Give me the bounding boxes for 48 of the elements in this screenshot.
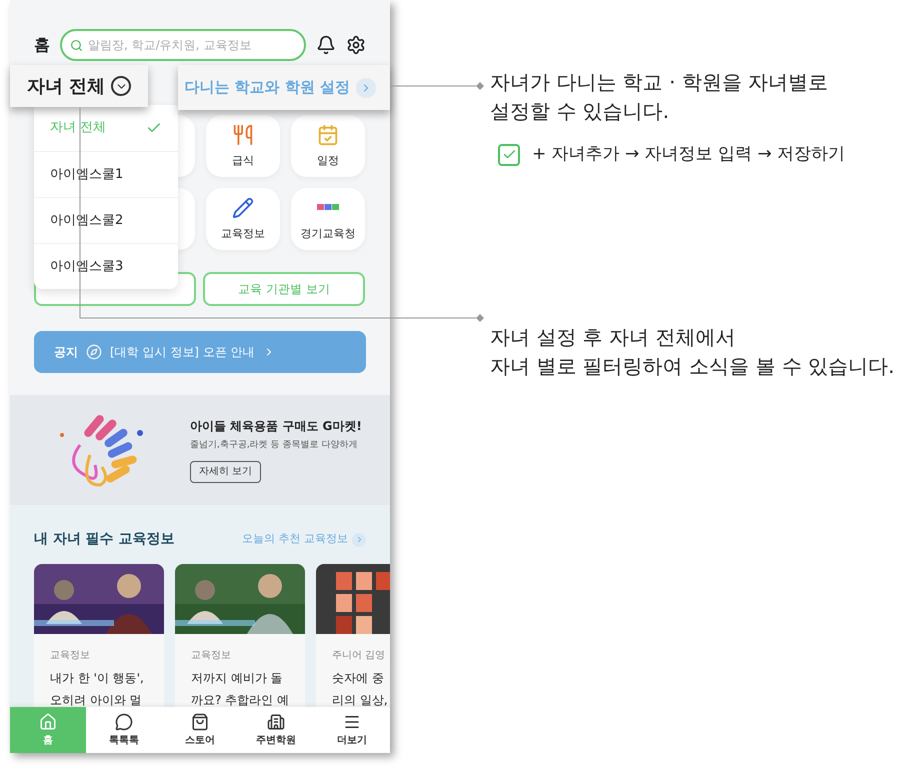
card-title: 숫자에 중 리의 일상, <box>332 670 389 707</box>
tile-label: 일정 <box>317 152 339 169</box>
article-card[interactable]: 교육정보 내가 한 '이 행동', 오히려 아이와 멀 <box>34 564 164 707</box>
annotation-text: 자녀 설정 후 자녀 전체에서 자녀 별로 필터링하여 소식을 볼 수 있습니다. <box>490 324 895 380</box>
compass-icon <box>86 344 102 360</box>
ad-title: 아이들 체육용품 구매도 G마켓! <box>190 418 362 436</box>
child-selector[interactable]: 자녀 전체 <box>10 65 148 107</box>
menu-tile[interactable]: 급식 <box>206 115 280 177</box>
card-category: 주니어 김영 <box>332 649 386 663</box>
card-category: 교육정보 <box>191 649 232 663</box>
notice-tag: 공지 <box>54 343 78 361</box>
utensils-icon <box>232 124 254 146</box>
article-card[interactable]: 주니어 김영 숫자에 중 리의 일상, <box>316 564 390 707</box>
chevron-icon <box>356 78 376 98</box>
logo-icon <box>317 204 339 212</box>
chat-icon <box>115 712 133 730</box>
menu-tile[interactable]: 경기교육청 <box>291 188 365 250</box>
building-icon <box>267 712 285 730</box>
article-card[interactable]: 교육정보 저까지 예비가 돌 까요? 추합라인 예 <box>175 564 305 707</box>
home-icon <box>39 712 57 730</box>
annotation-text: 자녀가 다니는 학교 · 학원을 자녀별로 설정할 수 있습니다. <box>490 69 830 125</box>
settings-icon[interactable] <box>346 35 366 55</box>
card-title: 저까지 예비가 돌 까요? 추합라인 예 <box>191 670 289 707</box>
notice-text: [대학 입시 정보] 오픈 안내 <box>110 344 255 361</box>
nav-tab[interactable]: 주변학원 <box>238 707 314 753</box>
step-text: + 자녀추가 → 자녀정보 입력 → 저장하기 <box>532 143 846 166</box>
search-icon <box>70 39 83 52</box>
nav-tab[interactable]: 스토어 <box>162 707 238 753</box>
tile-label: 급식 <box>232 152 254 169</box>
tile-label: 경기교육청 <box>300 226 356 242</box>
search-field[interactable]: 알림장, 학교/유치원, 교육정보 <box>60 29 306 61</box>
nav-tab[interactable]: 더보기 <box>314 707 390 753</box>
ad-subtitle: 줄넘기,축구공,라켓 등 종목별로 다양하게 <box>190 439 358 452</box>
card-title: 내가 한 '이 행동', 오히려 아이와 멀 <box>50 670 145 707</box>
ad-banner[interactable]: 아이들 체육용품 구매도 G마켓! 줄넘기,축구공,라켓 등 종목별로 다양하게 자세히 보기 <box>10 395 390 505</box>
nav-tab[interactable]: 톡톡톡 <box>86 707 162 753</box>
calendar-icon <box>317 124 339 146</box>
details-button[interactable]: 자세히 보기 <box>190 460 262 483</box>
notification-icon[interactable] <box>316 35 336 55</box>
page-title: 홈 <box>34 34 50 56</box>
menu-tile[interactable]: 교육정보 <box>206 188 280 250</box>
bag-icon <box>191 712 209 730</box>
section-title: 내 자녀 필수 교육정보 <box>34 530 175 549</box>
pencil-icon <box>232 196 254 219</box>
chevron-icon <box>111 76 132 96</box>
card-category: 교육정보 <box>50 649 91 663</box>
tile-label: 교육정보 <box>221 226 265 242</box>
menu-tile[interactable]: 일정 <box>291 115 365 177</box>
